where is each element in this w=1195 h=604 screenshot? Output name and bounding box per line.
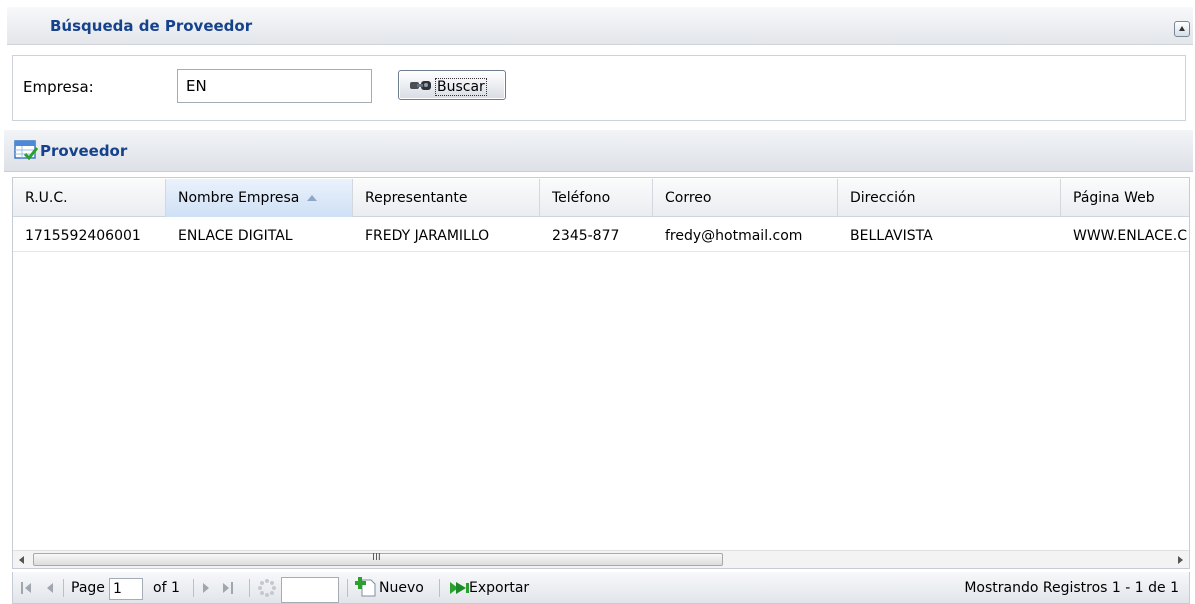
buscar-label: Buscar	[435, 78, 487, 96]
refresh-icon[interactable]	[257, 578, 277, 598]
prev-page-icon[interactable]	[47, 583, 53, 593]
search-panel-title: Búsqueda de Proveedor	[50, 17, 253, 35]
scroll-right-icon[interactable]	[1178, 556, 1183, 564]
column-header-label: Correo	[665, 190, 712, 206]
grip-icon: III	[372, 552, 381, 563]
cell-telefono: 2345-877	[552, 228, 620, 244]
scroll-left-icon[interactable]	[19, 556, 24, 564]
paging-status: Mostrando Registros 1 - 1 de 1	[964, 580, 1179, 596]
last-page-icon[interactable]	[223, 582, 235, 594]
column-header-label: Teléfono	[552, 190, 611, 206]
column-header-telefono[interactable]: Teléfono	[540, 179, 653, 217]
cell-nombre-empresa: ENLACE DIGITAL	[178, 228, 293, 244]
buscar-button[interactable]: Buscar	[398, 70, 506, 100]
page-label: Page	[71, 580, 105, 596]
column-header-nombre-empresa[interactable]: Nombre Empresa	[166, 179, 353, 217]
search-panel-body: Empresa: Buscar	[12, 55, 1186, 121]
column-header-label: Página Web	[1073, 190, 1155, 206]
column-header-representante[interactable]: Representante	[353, 179, 540, 217]
separator	[347, 579, 348, 597]
next-page-icon[interactable]	[203, 583, 209, 593]
page-size-input[interactable]	[281, 577, 339, 603]
separator	[249, 579, 250, 597]
empresa-input[interactable]	[177, 69, 372, 103]
column-header-label: Nombre Empresa	[178, 190, 300, 206]
collapse-icon[interactable]	[1174, 21, 1190, 37]
first-page-icon[interactable]	[21, 582, 33, 594]
page-total-label: of 1	[153, 580, 180, 596]
grid-panel-header: Proveedor	[4, 130, 1193, 172]
column-header-pagina-web[interactable]: Página Web	[1061, 179, 1189, 217]
grid-panel-title: Proveedor	[40, 142, 128, 160]
separator	[439, 579, 440, 597]
column-header-ruc[interactable]: R.U.C.	[13, 179, 166, 217]
horizontal-scrollbar[interactable]: III	[13, 550, 1189, 568]
cell-ruc: 1715592406001	[25, 228, 141, 244]
column-header-label: Representante	[365, 190, 468, 206]
cell-direccion: BELLAVISTA	[850, 228, 933, 244]
column-header-row: R.U.C. Nombre Empresa Representante Telé…	[13, 179, 1189, 217]
cell-correo: fredy@hotmail.com	[665, 228, 803, 244]
column-header-correo[interactable]: Correo	[653, 179, 838, 217]
binoculars-icon	[410, 81, 431, 90]
page-number-input[interactable]	[109, 578, 143, 600]
column-header-direccion[interactable]: Dirección	[838, 179, 1061, 217]
table-row[interactable]: 1715592406001 ENLACE DIGITAL FREDY JARAM…	[13, 218, 1189, 252]
scrollbar-thumb[interactable]: III	[33, 552, 723, 566]
cell-representante: FREDY JARAMILLO	[365, 228, 490, 244]
provider-grid: R.U.C. Nombre Empresa Representante Telé…	[12, 177, 1190, 569]
separator	[63, 579, 64, 597]
export-icon[interactable]	[449, 580, 471, 596]
separator	[193, 579, 194, 597]
cell-pagina-web: WWW.ENLACE.C	[1073, 228, 1187, 244]
column-header-label: R.U.C.	[25, 190, 68, 206]
nuevo-button[interactable]: Nuevo	[379, 572, 424, 604]
table-check-icon	[14, 140, 38, 161]
empresa-label: Empresa:	[23, 78, 94, 96]
sort-ascending-icon	[307, 195, 318, 201]
search-panel-header: Búsqueda de Proveedor	[7, 7, 1193, 45]
add-page-icon[interactable]	[355, 576, 377, 598]
exportar-button[interactable]: Exportar	[469, 572, 529, 604]
paging-toolbar: Page of 1 Nuevo Exportar Mostrando Regis…	[12, 572, 1190, 604]
column-header-label: Dirección	[850, 190, 916, 206]
